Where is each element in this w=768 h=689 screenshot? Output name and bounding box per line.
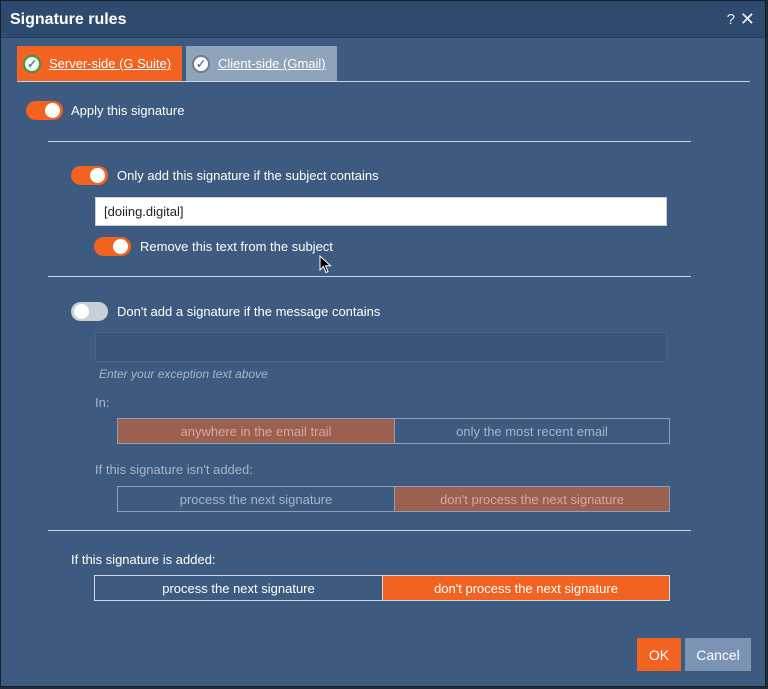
added-selector: process the next signature don't process… (94, 575, 670, 601)
title-bar[interactable]: Signature rules ? ✕ (1, 1, 765, 38)
divider (48, 276, 691, 277)
tab-client-side[interactable]: ✓ Client-side (Gmail) (186, 46, 337, 81)
tab-server-side-label: Server-side (G Suite) (49, 56, 172, 71)
divider (48, 141, 691, 142)
ok-button[interactable]: OK (637, 638, 681, 671)
check-circle-icon: ✓ (23, 54, 41, 73)
cancel-button[interactable]: Cancel (685, 638, 751, 671)
in-label: In: (95, 395, 110, 410)
subject-contains-label: Only add this signature if the subject c… (117, 168, 379, 183)
dialog-title: Signature rules (10, 11, 127, 28)
option-process-next-signature[interactable]: process the next signature (118, 487, 394, 511)
remove-text-toggle[interactable] (94, 237, 131, 256)
help-icon[interactable]: ? (727, 11, 735, 28)
exception-label: Don't add a signature if the message con… (117, 304, 381, 319)
in-selector: anywhere in the email trail only the mos… (117, 418, 670, 444)
apply-signature-toggle[interactable] (26, 101, 63, 120)
subject-text-input[interactable] (95, 197, 667, 226)
divider (48, 530, 691, 531)
not-added-label: If this signature isn't added: (95, 462, 253, 477)
option-process-next-signature[interactable]: process the next signature (95, 576, 382, 600)
apply-signature-label: Apply this signature (71, 103, 185, 118)
exception-hint: Enter your exception text above (99, 367, 268, 381)
subject-contains-toggle[interactable] (71, 166, 108, 185)
exception-text-input[interactable] (95, 332, 667, 362)
tab-divider (17, 81, 750, 82)
option-anywhere-in-trail[interactable]: anywhere in the email trail (118, 419, 394, 443)
check-circle-icon: ✓ (192, 54, 210, 73)
close-icon[interactable]: ✕ (740, 9, 755, 30)
mouse-cursor-icon (319, 255, 332, 274)
tab-server-side[interactable]: ✓ Server-side (G Suite) (17, 46, 182, 81)
remove-text-label: Remove this text from the subject (140, 239, 333, 254)
tab-client-side-label: Client-side (Gmail) (218, 56, 326, 71)
added-label: If this signature is added: (71, 552, 216, 567)
option-most-recent-email[interactable]: only the most recent email (394, 419, 669, 443)
option-dont-process-next-signature[interactable]: don't process the next signature (382, 576, 669, 600)
signature-rules-dialog: Signature rules ? ✕ ✓ Server-side (G Sui… (0, 0, 766, 687)
not-added-selector: process the next signature don't process… (117, 486, 670, 512)
exception-toggle[interactable] (71, 302, 108, 321)
option-dont-process-next-signature[interactable]: don't process the next signature (394, 487, 669, 511)
